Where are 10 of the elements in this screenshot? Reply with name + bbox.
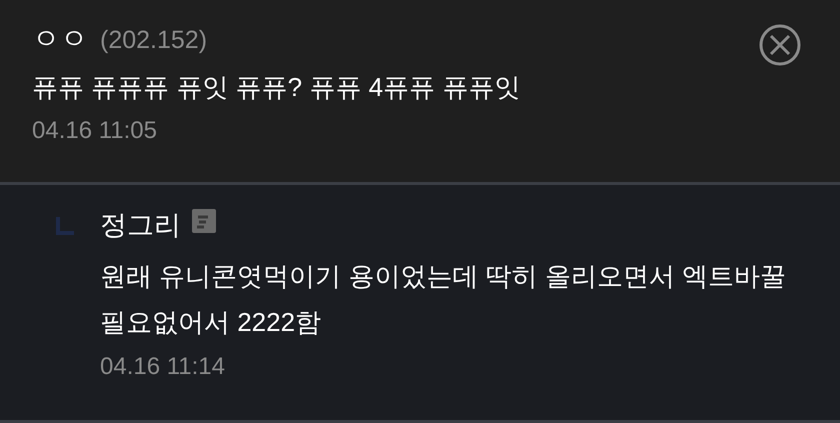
comment-date: 04.16 11:05	[32, 116, 158, 146]
close-icon	[758, 23, 802, 67]
reply-text: 원래 유니콘엿먹이기 용이었는데 딱히 올리오면서 엑트바꿀필요없어서 2222함	[100, 260, 788, 339]
comment-text: 퓨퓨 퓨퓨퓨 퓨잇 퓨퓨? 퓨퓨 4퓨퓨 퓨퓨잇	[32, 71, 522, 104]
gallery-badge-icon	[191, 208, 217, 234]
reply-date: 04.16 11:14	[100, 352, 226, 382]
author-name: ㅇㅇ	[32, 22, 88, 56]
author-name: 정그리	[100, 209, 181, 242]
close-button[interactable]	[758, 23, 802, 67]
ip-address: (202.152)	[100, 25, 208, 56]
